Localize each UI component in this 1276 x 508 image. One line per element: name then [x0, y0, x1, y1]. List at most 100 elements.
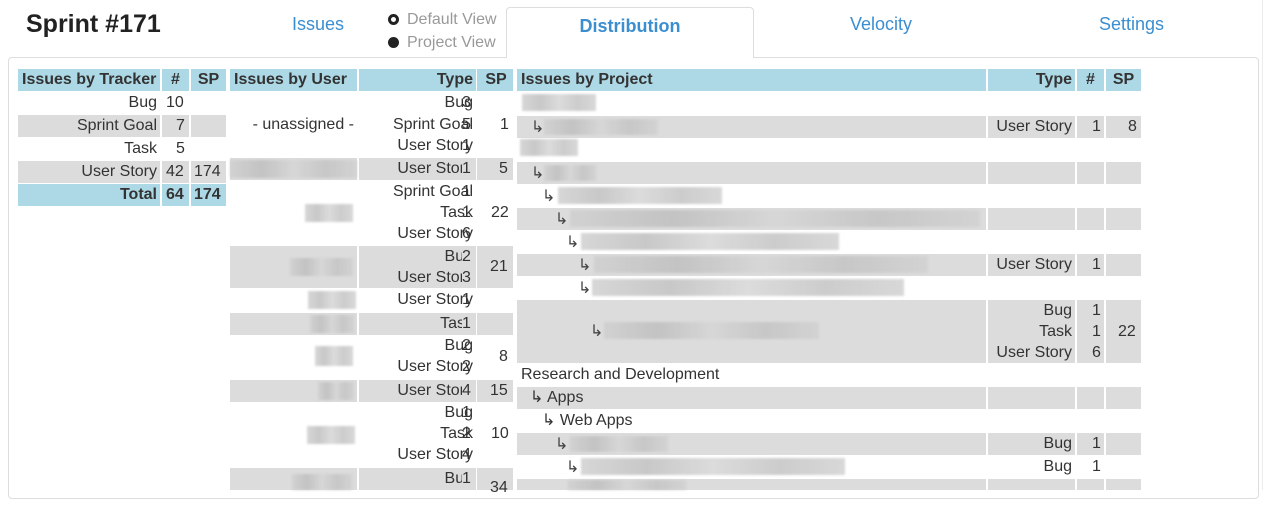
user-row-count: 1 — [462, 204, 471, 221]
tracker-row-name: Task — [124, 140, 157, 157]
subproject-arrow-icon: ↳ — [566, 234, 580, 251]
tracker-header-name: Issues by Tracker — [18, 69, 160, 91]
redacted-project — [594, 256, 928, 273]
user-row-sp: 22 — [491, 204, 509, 221]
project-name: Apps — [546, 389, 584, 406]
project-row-count: 1 — [1092, 302, 1101, 319]
tab-settings[interactable]: Settings — [1099, 14, 1164, 35]
user-row-sp: 1 — [500, 116, 509, 133]
project-row-type: Task — [1039, 323, 1072, 340]
project-row-count-group: 1 1 6 — [1077, 300, 1104, 363]
user-row-count: 3 — [462, 269, 471, 286]
redacted-project — [568, 480, 686, 490]
tracker-row-name: Sprint Goal — [18, 115, 160, 137]
tab-issues[interactable]: Issues — [292, 14, 344, 35]
subproject-arrow-icon: ↳ — [531, 165, 545, 182]
user-row-count: 1 — [462, 404, 471, 421]
subproject-arrow-icon: ↳ — [542, 188, 556, 205]
subproject-arrow-icon: ↳ — [542, 412, 560, 429]
tracker-total-label: Total — [18, 184, 160, 206]
user-name-cell — [230, 468, 357, 490]
radio-project-view[interactable]: Project View — [388, 34, 496, 52]
user-row-count: 1 — [462, 137, 471, 154]
tab-distribution[interactable]: Distribution — [506, 7, 754, 58]
user-row-count: 1 — [462, 158, 476, 180]
user-row-sp: 21 — [477, 246, 513, 288]
radio-default-label: Default View — [407, 11, 497, 28]
project-row-type — [988, 387, 1075, 409]
user-row-type: Task — [440, 425, 473, 442]
redacted-project — [558, 187, 722, 204]
subproject-arrow-icon: ↳ — [578, 257, 592, 274]
user-row-sp — [477, 313, 513, 335]
project-name[interactable]: Research and Development — [521, 364, 921, 386]
redacted-user — [230, 160, 357, 178]
project-row-type: Bug — [1043, 302, 1072, 319]
radio-unselected-icon — [388, 37, 399, 48]
redacted-project — [581, 458, 845, 475]
redacted-project — [522, 94, 596, 111]
user-row-type: User Story — [359, 158, 476, 180]
project-row-sp — [1106, 433, 1141, 455]
project-row-sp — [1106, 254, 1141, 276]
user-row-count: 2 — [462, 425, 471, 442]
project-row-count: 6 — [1092, 344, 1101, 361]
redacted-project — [581, 233, 839, 250]
subproject-arrow-icon: ↳ — [566, 459, 580, 476]
project-row-type-group: Bug Task User Story — [988, 300, 1075, 363]
project-row-type: Bug — [988, 433, 1075, 455]
user-row-type: User Story — [397, 137, 473, 154]
redacted-user — [308, 291, 356, 309]
tracker-row-count: 5 — [176, 140, 185, 157]
user-row-type: Sprint Goal — [392, 116, 473, 133]
redacted-user — [310, 315, 354, 333]
user-row-count: 4 — [462, 380, 476, 402]
project-row-count — [1077, 162, 1104, 184]
page-title: Sprint #171 — [26, 10, 161, 38]
user-row-type: User Story — [397, 225, 473, 242]
project-row-count — [1077, 479, 1104, 490]
radio-default-view[interactable]: Default View — [388, 11, 497, 29]
subproject-arrow-icon: ↳ — [530, 389, 547, 406]
project-header-count: # — [1077, 69, 1104, 91]
redacted-project — [570, 210, 980, 227]
project-row[interactable]: ↳ Web Apps — [542, 410, 842, 432]
project-row-count: 1 — [1092, 458, 1101, 475]
tracker-row-name: User Story — [18, 161, 160, 183]
user-header-sp: SP — [479, 69, 513, 91]
user-row-count: 3 — [462, 94, 471, 111]
subproject-arrow-icon: ↳ — [590, 323, 604, 340]
tracker-header-sp: SP — [191, 69, 226, 91]
project-row-sp — [1106, 208, 1141, 230]
user-row-sp: 34 — [477, 468, 513, 496]
user-row-type: User Story — [397, 358, 473, 375]
tracker-row-count: 42 — [162, 161, 189, 183]
subproject-arrow-icon: ↳ — [531, 119, 545, 136]
project-row-sp — [1106, 387, 1141, 409]
radio-selected-icon — [388, 14, 399, 25]
user-row-sp: 15 — [477, 380, 513, 402]
user-row-count: 1 — [462, 313, 476, 335]
redacted-project — [520, 139, 578, 156]
user-row-count: 2 — [462, 337, 471, 354]
project-row-sp: 22 — [1106, 300, 1141, 363]
project-header-name: Issues by Project — [517, 69, 986, 91]
user-name[interactable]: - unassigned - — [230, 114, 357, 136]
tracker-total-count: 64 — [162, 184, 189, 206]
project-name: Web Apps — [559, 412, 633, 429]
user-row-sp: 10 — [491, 425, 509, 442]
user-row-count: 1 — [462, 291, 471, 308]
project-row[interactable]: ↳ Apps — [517, 387, 986, 409]
project-row-type — [988, 162, 1075, 184]
subproject-arrow-icon: ↳ — [555, 211, 569, 228]
project-row-type — [988, 479, 1075, 490]
user-row-sp: 8 — [499, 348, 508, 365]
user-row-sp: 5 — [479, 158, 513, 180]
redacted-user — [290, 258, 353, 276]
user-name-cell — [230, 380, 357, 402]
tab-velocity[interactable]: Velocity — [850, 14, 912, 35]
redacted-user — [305, 204, 353, 222]
project-row-type: User Story — [988, 254, 1075, 276]
user-row-type: User Story — [397, 291, 473, 308]
project-row-count: 1 — [1077, 116, 1104, 138]
